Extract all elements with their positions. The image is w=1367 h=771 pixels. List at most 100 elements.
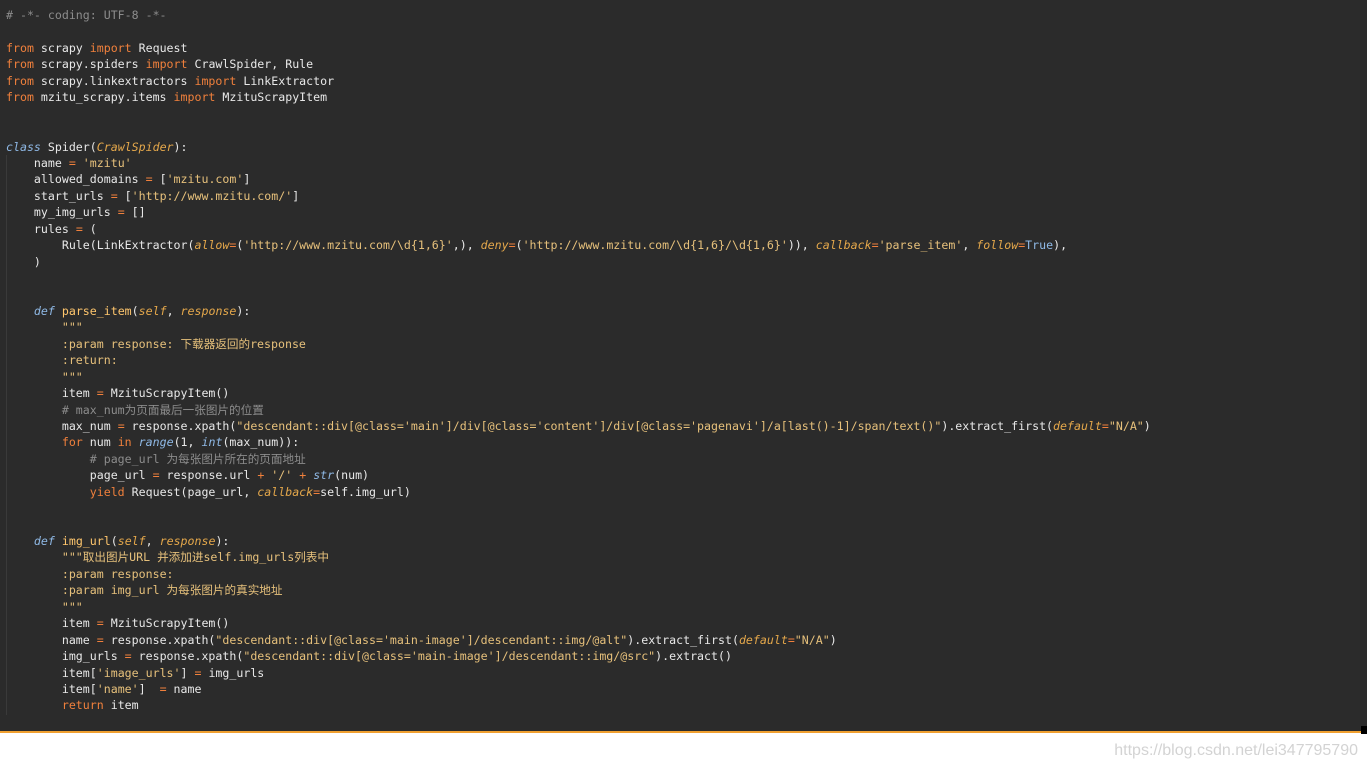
code-line[interactable]: max_num = response.xpath("descendant::di… [6,418,1151,434]
code-line[interactable] [6,122,1151,138]
code-line[interactable]: for num in range(1, int(max_num)): [6,434,1151,450]
code-line[interactable]: item = MzituScrapyItem() [6,615,1151,631]
resize-handle[interactable] [1361,726,1367,734]
code-line[interactable]: from mzitu_scrapy.items import MzituScra… [6,89,1151,105]
code-token: from [6,57,34,72]
code-token: ( [82,221,97,236]
code-line[interactable]: return item [6,697,1151,713]
code-token: callback [257,484,314,499]
code-line[interactable]: item['name'] = name [6,681,1151,697]
code-token: from [6,90,34,105]
code-line[interactable]: name = response.xpath("descendant::div[@… [6,632,1151,648]
code-line[interactable] [6,517,1151,533]
code-token: in [117,435,132,450]
code-line[interactable]: allowed_domains = ['mzitu.com'] [6,171,1151,187]
code-token: import [173,90,216,105]
code-line[interactable]: item = MzituScrapyItem() [6,385,1151,401]
code-token: ] [243,172,251,187]
code-line[interactable]: """ [6,319,1151,335]
code-token: ).extract() [655,649,732,664]
code-line[interactable]: page_url = response.url + '/' + str(num) [6,467,1151,483]
code-line[interactable]: ) [6,254,1151,270]
code-token: = [871,238,879,253]
code-token: 'http://www.mzitu.com/\d{1,6}' [243,238,453,253]
code-line[interactable]: from scrapy import Request [6,40,1151,56]
code-token: item[ [6,665,97,680]
code-line[interactable]: Rule(LinkExtractor(allow=('http://www.mz… [6,237,1151,253]
code-line[interactable]: """ [6,599,1151,615]
code-line[interactable]: name = 'mzitu' [6,155,1151,171]
code-token: int [201,435,223,450]
code-line[interactable]: """取出图片URL 并添加进self.img_urls列表中 [6,549,1151,565]
code-token: response.xpath( [131,649,244,664]
code-token: = [1101,418,1109,433]
code-line[interactable]: class Spider(CrawlSpider): [6,139,1151,155]
code-token: self [138,303,167,318]
code-token: deny [480,238,509,253]
code-token: '/' [271,468,293,483]
code-token: default [1053,418,1102,433]
code-line[interactable]: my_img_urls = [] [6,204,1151,220]
code-line[interactable]: from scrapy.linkextractors import LinkEx… [6,73,1151,89]
code-token: response.xpath( [124,418,237,433]
code-line[interactable]: :param response: 下载器返回的response [6,336,1151,352]
code-token: ( [515,238,523,253]
code-line[interactable]: """ [6,369,1151,385]
code-token: = [787,632,795,647]
code-line[interactable]: yield Request(page_url, callback=self.im… [6,484,1151,500]
code-token: response.url [159,468,258,483]
code-line[interactable] [6,500,1151,516]
code-line[interactable]: rules = ( [6,221,1151,237]
code-token: allow [194,238,230,253]
code-line[interactable]: :param img_url 为每张图片的真实地址 [6,582,1151,598]
code-token: = [110,188,118,203]
code-token: import [89,40,132,55]
code-line[interactable]: from scrapy.spiders import CrawlSpider, … [6,56,1151,72]
code-line[interactable]: :return: [6,352,1151,368]
code-token: ): [236,303,251,318]
code-token: (1, [173,435,202,450]
code-line[interactable]: # max_num为页面最后一张图片的位置 [6,402,1151,418]
code-token: = [145,172,153,187]
code-line[interactable]: # page_url 为每张图片所在的页面地址 [6,451,1151,467]
code-token: "descendant::div[@class='main-image']/de… [243,649,656,664]
code-token: MzituScrapyItem() [103,386,230,401]
code-line[interactable] [6,286,1151,302]
code-token: ) [1143,418,1151,433]
code-line[interactable]: start_urls = ['http://www.mzitu.com/'] [6,188,1151,204]
code-line[interactable]: img_urls = response.xpath("descendant::d… [6,648,1151,664]
code-token: 'mzitu' [82,155,132,170]
code-token: 'image_urls' [96,665,181,680]
code-line[interactable]: :param response: [6,566,1151,582]
code-editor[interactable]: # -*- coding: UTF-8 -*- from scrapy impo… [0,0,1367,731]
code-token: response [159,534,216,548]
code-token: 'http://www.mzitu.com/' [131,188,293,203]
code-line[interactable]: def img_url(self, response): [6,533,1151,549]
code-token: follow [976,238,1019,253]
code-token: ] [292,188,300,203]
code-token: [] [124,205,146,220]
code-block[interactable]: # -*- coding: UTF-8 -*- from scrapy impo… [6,7,1151,714]
code-line[interactable] [6,270,1151,286]
code-token: scrapy.linkextractors [33,73,195,88]
code-token: ).extract_first( [627,632,739,647]
code-line[interactable]: item['image_urls'] = img_urls [6,665,1151,681]
code-token: = [508,238,516,253]
code-line[interactable]: # -*- coding: UTF-8 -*- [6,7,1151,23]
code-token: """ [61,320,83,335]
code-token: ): [215,534,230,548]
code-line[interactable] [6,23,1151,39]
code-line[interactable]: def parse_item(self, response): [6,303,1151,319]
code-token: response.xpath( [103,632,216,647]
code-token: ] [180,665,195,680]
code-token: MzituScrapyItem [215,90,328,105]
code-line[interactable] [6,106,1151,122]
code-token: # -*- coding: UTF-8 -*- [6,8,167,22]
